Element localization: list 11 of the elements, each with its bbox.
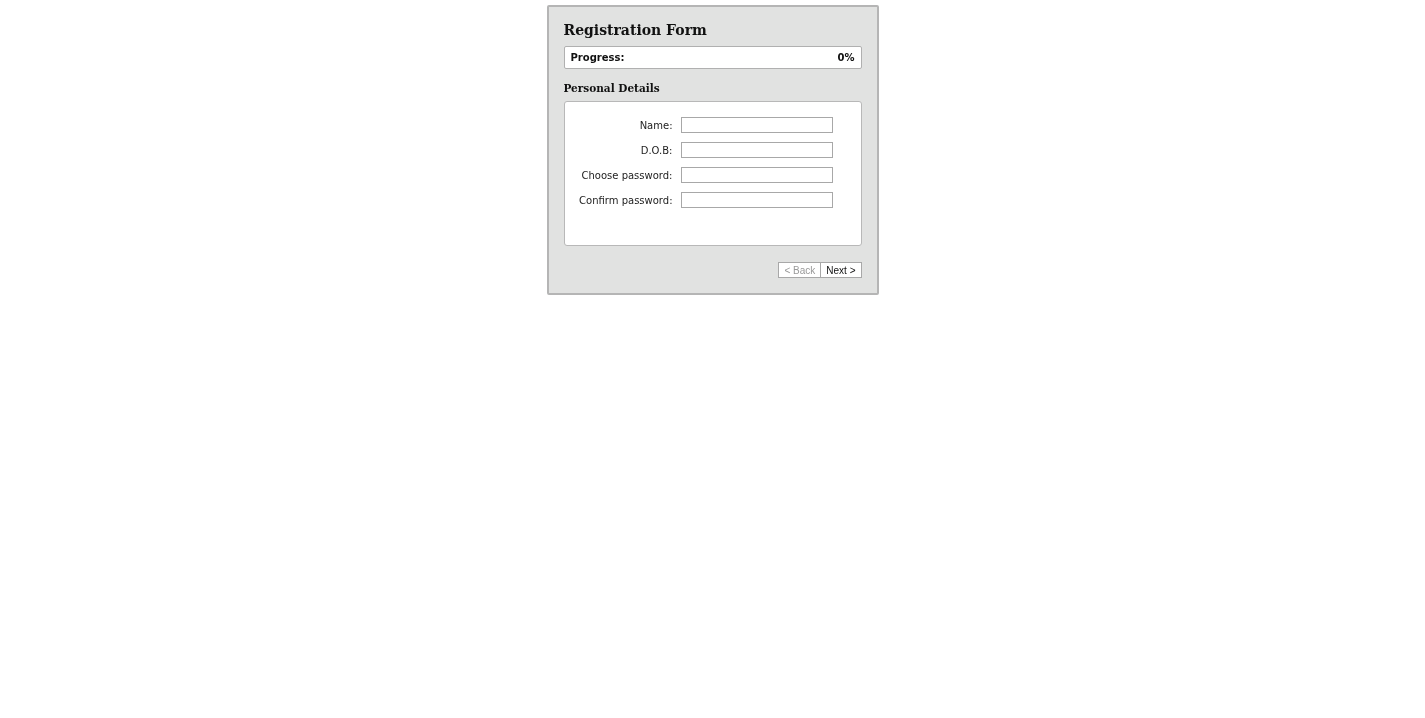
input-field[interactable] [680,192,833,208]
input-field[interactable] [680,142,833,158]
input-field[interactable] [680,117,833,133]
field-label: Name: [638,119,673,131]
field-label: D.O.B: [639,144,673,156]
form-title: Registration Form [563,22,707,38]
field-label: Confirm password: [578,194,673,206]
input-field[interactable] [680,167,833,183]
section-title: Personal Details [563,82,660,94]
field-label: Choose password: [580,169,673,181]
next-button[interactable]: Next > [821,262,862,278]
